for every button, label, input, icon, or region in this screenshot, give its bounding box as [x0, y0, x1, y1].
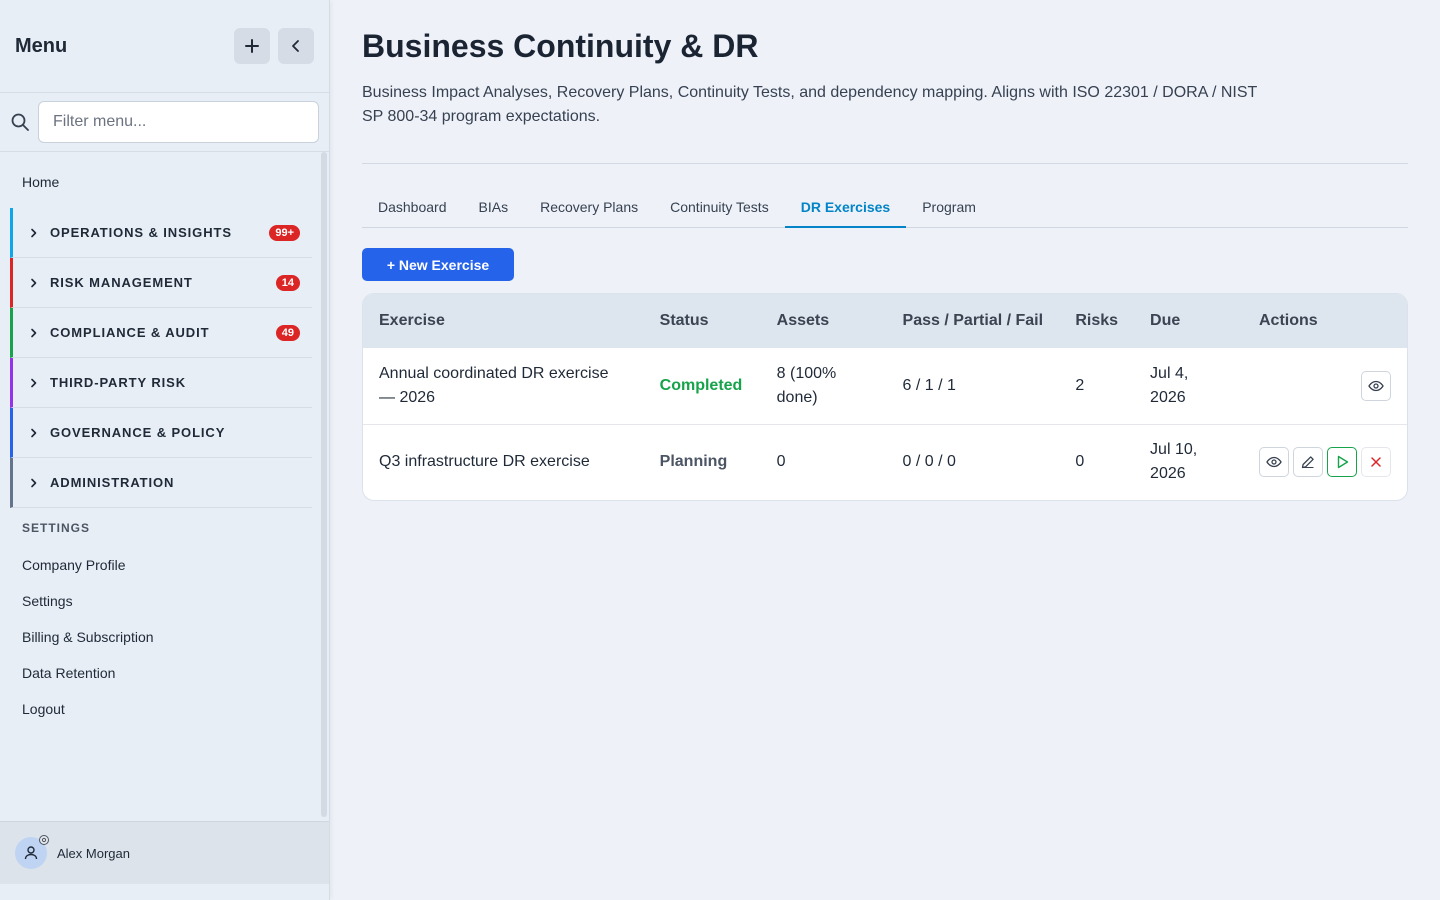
- count-badge: 99+: [269, 224, 300, 241]
- sidebar-scrollbar[interactable]: [321, 152, 327, 817]
- sidebar-link-company-profile[interactable]: Company Profile: [0, 547, 329, 583]
- sidebar-section-label: OPERATIONS & INSIGHTS: [50, 225, 232, 240]
- chevron-right-icon: [27, 226, 41, 240]
- avatar[interactable]: [15, 835, 49, 869]
- column-header[interactable]: Risks: [1059, 294, 1134, 348]
- risks-cell: 0: [1075, 453, 1085, 471]
- chevron-right-icon: [27, 276, 41, 290]
- pass-partial-fail-cell: 0 / 0 / 0: [902, 453, 956, 471]
- sidebar-section-administration[interactable]: ADMINISTRATION: [10, 458, 312, 508]
- exercise-name: Annual coordinated DR exercise — 2026: [379, 364, 609, 406]
- new-exercise-button[interactable]: + New Exercise: [362, 248, 514, 281]
- pass-partial-fail-cell: 6 / 1 / 1: [902, 376, 956, 394]
- filter-menu-input[interactable]: [38, 101, 319, 143]
- start-button[interactable]: [1327, 447, 1357, 478]
- sidebar-section-label: RISK MANAGEMENT: [50, 275, 193, 290]
- chevron-right-icon: [27, 476, 41, 490]
- assets-cell: 8 (100% done): [776, 364, 837, 406]
- page-title: Business Continuity & DR: [362, 28, 759, 64]
- collapse-sidebar-button[interactable]: [278, 28, 314, 64]
- add-button[interactable]: [234, 28, 270, 64]
- play-icon: [1337, 456, 1349, 469]
- tab-dashboard[interactable]: Dashboard: [362, 186, 463, 228]
- user-name: Alex Morgan: [57, 845, 130, 861]
- sidebar-link-billing-subscription[interactable]: Billing & Subscription: [0, 619, 329, 655]
- main-content: Business Continuity & DR Business Impact…: [362, 0, 1408, 501]
- gear-icon: [39, 835, 49, 845]
- sidebar-title: Menu: [15, 34, 68, 57]
- table-row[interactable]: Q3 infrastructure DR exercise Planning 0 0 …: [363, 424, 1407, 500]
- risks-cell: 2: [1075, 376, 1085, 394]
- tab-recovery-plans[interactable]: Recovery Plans: [524, 186, 654, 228]
- view-button[interactable]: [1361, 370, 1391, 401]
- exercises-table-card: Exercise Status Assets Pass / Partial / Fai…: [362, 293, 1408, 501]
- chevron-left-icon: [292, 40, 299, 52]
- page-description: Business Impact Analyses, Recovery Plans…: [362, 84, 1257, 125]
- chevron-right-icon: [27, 426, 41, 440]
- sidebar-section-label: COMPLIANCE & AUDIT: [50, 325, 210, 340]
- view-icon: [1266, 457, 1282, 468]
- plus-icon: [245, 39, 259, 53]
- view-icon: [1368, 380, 1384, 391]
- exercises-table: Exercise Status Assets Pass / Partial / Fai…: [363, 294, 1407, 500]
- actions-cell: [1243, 348, 1407, 424]
- sidebar-link-logout[interactable]: Logout: [0, 691, 329, 727]
- tab-bar: Dashboard BIAs Recovery Plans Continuity Te…: [362, 186, 1408, 228]
- column-header[interactable]: Due: [1134, 294, 1243, 348]
- user-footer[interactable]: Alex Morgan: [0, 821, 329, 884]
- chevron-right-icon: [27, 376, 41, 390]
- sidebar-body: Home OPERATIONS & INSIGHTS 99+ RISK MANAGE…: [0, 152, 329, 822]
- exercise-name: Q3 infrastructure DR exercise: [379, 453, 590, 471]
- sidebar-section-label: THIRD-PARTY RISK: [50, 375, 186, 390]
- column-header[interactable]: Pass / Partial / Fail: [887, 294, 1060, 348]
- assets-cell: 0: [776, 453, 786, 471]
- sidebar-header: Menu: [0, 0, 329, 93]
- view-button[interactable]: [1259, 447, 1289, 478]
- user-icon: [24, 846, 38, 860]
- edit-icon: [1301, 456, 1314, 469]
- sidebar-section-label: ADMINISTRATION: [50, 475, 175, 490]
- column-header[interactable]: Actions: [1243, 294, 1407, 348]
- count-badge: 14: [275, 274, 300, 291]
- chevron-right-icon: [27, 326, 41, 340]
- sidebar-section-third-party-risk[interactable]: THIRD-PARTY RISK: [10, 358, 312, 408]
- table-header-row: Exercise Status Assets Pass / Partial / Fai…: [363, 294, 1407, 348]
- sidebar-link-data-retention[interactable]: Data Retention: [0, 655, 329, 691]
- status-text: Completed: [659, 376, 743, 394]
- sidebar-link-settings[interactable]: Settings: [0, 583, 329, 619]
- actions-cell: [1243, 424, 1407, 500]
- due-date-cell: Jul 10, 2026: [1150, 441, 1198, 483]
- count-badge: 49: [275, 324, 300, 341]
- sidebar-section-governance-policy[interactable]: GOVERNANCE & POLICY: [10, 408, 312, 458]
- column-header[interactable]: Assets: [761, 294, 887, 348]
- column-header[interactable]: Exercise: [363, 294, 644, 348]
- due-date-cell: Jul 4, 2026: [1150, 364, 1189, 406]
- search-icon: [10, 112, 30, 132]
- tab-bias[interactable]: BIAs: [463, 186, 525, 228]
- sidebar-section-risk-management[interactable]: RISK MANAGEMENT 14: [10, 258, 312, 308]
- sidebar-search: [0, 93, 329, 152]
- status-text: Planning: [659, 453, 728, 471]
- column-header[interactable]: Status: [644, 294, 761, 348]
- tab-dr-exercises[interactable]: DR Exercises: [784, 186, 907, 228]
- tab-continuity-tests[interactable]: Continuity Tests: [654, 186, 785, 228]
- table-row[interactable]: Annual coordinated DR exercise — 2026 Com…: [363, 348, 1407, 424]
- divider: [362, 163, 1408, 164]
- edit-button[interactable]: [1293, 447, 1323, 478]
- sidebar: Menu Home OPERATIONS & INSIGHTS 99+ RISK M…: [0, 0, 330, 900]
- close-icon: [1371, 457, 1381, 467]
- sidebar-section-label: GOVERNANCE & POLICY: [50, 425, 226, 440]
- sidebar-item-home[interactable]: Home: [0, 152, 329, 208]
- delete-button[interactable]: [1361, 447, 1391, 478]
- settings-heading: SETTINGS: [22, 521, 91, 535]
- tab-program[interactable]: Program: [906, 186, 992, 228]
- sidebar-section-operations-insights[interactable]: OPERATIONS & INSIGHTS 99+: [10, 208, 312, 258]
- sidebar-section-compliance-audit[interactable]: COMPLIANCE & AUDIT 49: [10, 308, 312, 358]
